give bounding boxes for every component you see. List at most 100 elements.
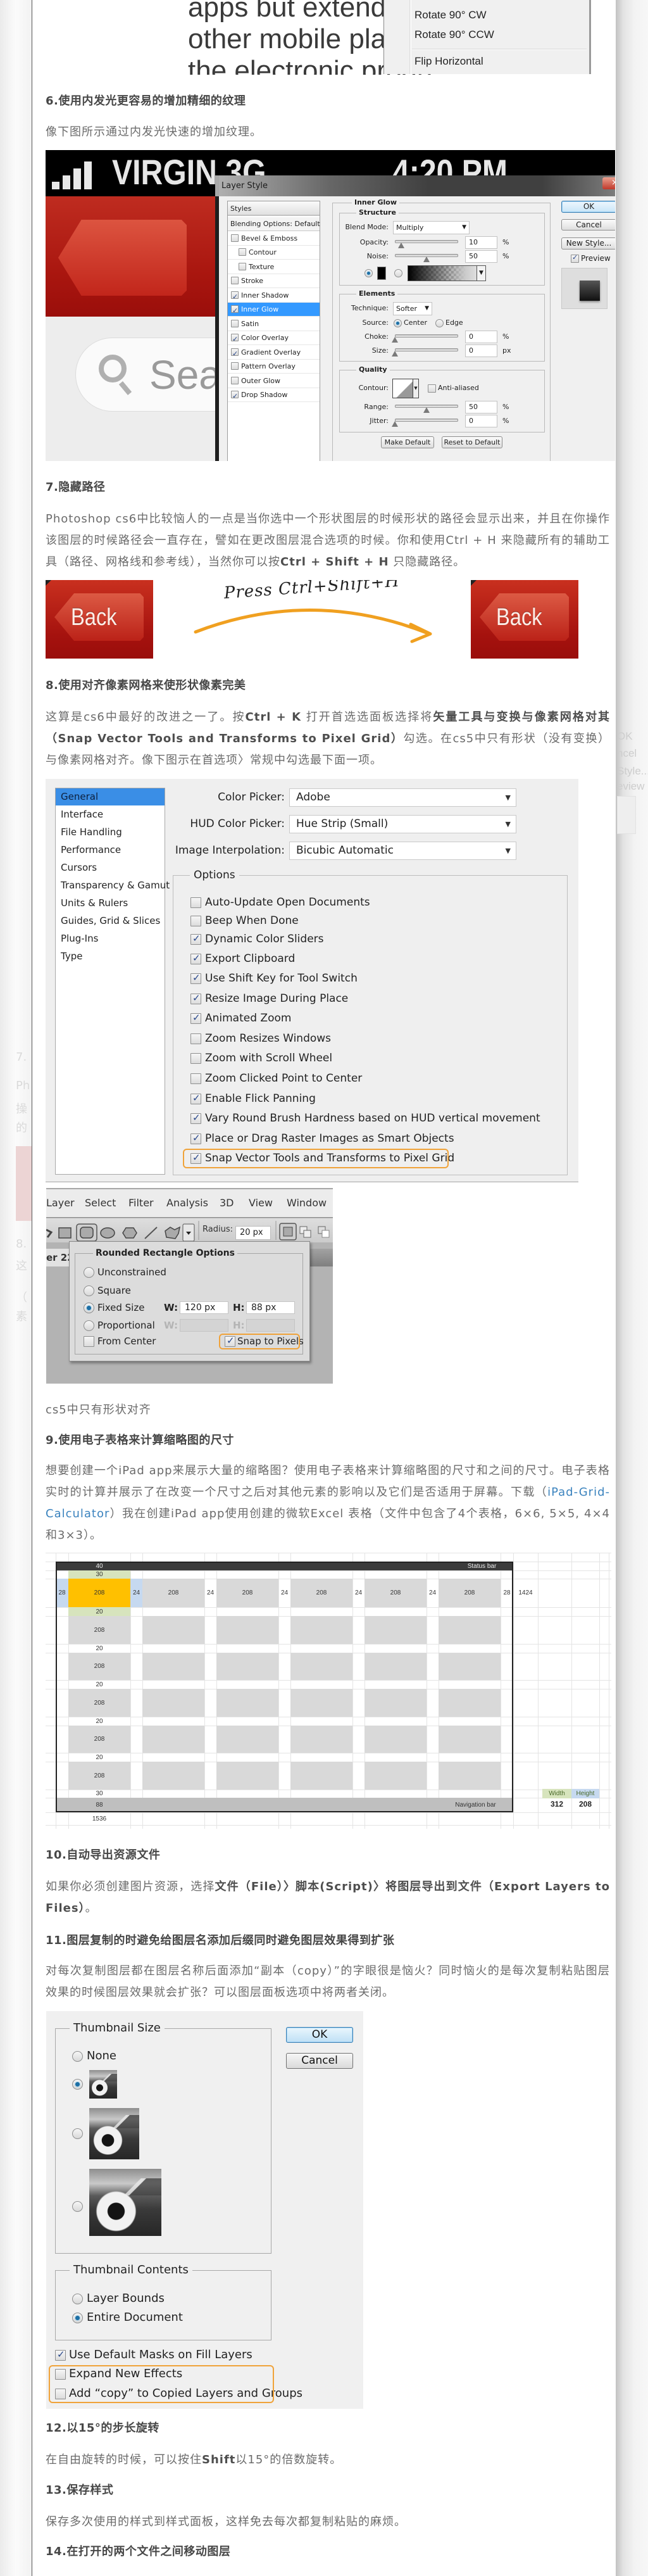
- source-center-radio: [394, 319, 402, 327]
- checkbox: [190, 972, 201, 984]
- field-label: Choke:: [364, 332, 389, 341]
- range-slider: [395, 405, 458, 413]
- entire-document-radio: [72, 2313, 83, 2323]
- field-label: Blend Mode:: [345, 223, 389, 231]
- menu-item-window: Window: [287, 1197, 327, 1209]
- paragraph-text: 在自由旋转的时候，可以按住: [46, 2453, 202, 2466]
- hud-color-picker-select: Hue Strip (Small) ▼: [289, 815, 516, 833]
- section-paragraph: 这算是cs6中最好的改进之一了。按Ctrl + K 打开首选选面板选择将矢量工具…: [46, 707, 610, 771]
- sunflower-thumbnail-large: [89, 2169, 161, 2236]
- menu-item-3d: 3D: [220, 1197, 234, 1209]
- noise-input: 50: [465, 250, 497, 263]
- radio-label: Entire Document: [87, 2311, 183, 2324]
- sidebar-item-file-handling: File Handling: [61, 826, 122, 838]
- section-heading: 11.图层复制的时避免给图层名添加后缀同时避免图层效果得到扩张: [46, 1934, 395, 1947]
- slider-thumb: [392, 337, 398, 343]
- checkbox: [231, 362, 239, 370]
- radio-label: Proportional: [97, 1320, 155, 1331]
- blend-mode-select: Multiply ▼: [393, 221, 470, 234]
- section-heading: 9.使用电子表格来计算缩略图的尺寸: [46, 1434, 234, 1447]
- paragraph-text: 如果你必须创建图片资源，选择: [46, 1880, 215, 1893]
- field-label: HUD Color Picker:: [190, 818, 285, 830]
- device-outline: [56, 1562, 513, 1812]
- chevron-down-icon: ▼: [413, 379, 418, 398]
- checkbox: [190, 1132, 201, 1144]
- proportional-width-input: [180, 1319, 228, 1332]
- style-item-stroke: Stroke: [228, 274, 320, 288]
- section-heading: 10.自动导出资源文件: [46, 1848, 161, 1862]
- ghost-image: [617, 796, 636, 834]
- preferences-sidebar: General Interface File Handling Performa…: [55, 788, 170, 1175]
- image-interpolation-select: Bicubic Automatic ▼: [289, 842, 516, 860]
- radio-label: Square: [97, 1285, 131, 1296]
- ellipse-tool-icon: [100, 1227, 115, 1239]
- thumbnail-none-radio: [72, 2051, 83, 2062]
- subtract-shape-icon: [318, 1226, 330, 1238]
- width-label: W:: [164, 1320, 178, 1331]
- checkbox: [190, 1092, 201, 1104]
- jitter-input: 0: [465, 415, 497, 427]
- slider-thumb: [423, 407, 430, 413]
- ghost-text: 操: [16, 1102, 27, 1116]
- chevron-down-icon: ▼: [505, 820, 511, 828]
- shape-dropdown-icon: [182, 1223, 195, 1242]
- checkbox: [231, 290, 239, 304]
- radio-label: Edge: [446, 319, 463, 327]
- radio-label: Layer Bounds: [87, 2292, 165, 2305]
- fixed-width-input: 120 px: [180, 1301, 228, 1314]
- menu-item-select: Select: [85, 1197, 116, 1209]
- menu-item-analysis: Analysis: [166, 1197, 208, 1209]
- chevron-down-icon: ▼: [425, 305, 429, 312]
- source-edge-radio: [435, 319, 444, 327]
- chevron-down-icon: ▼: [462, 224, 466, 230]
- group-legend: Structure: [356, 208, 399, 217]
- paragraph-text: 打开首选选面板选择将: [301, 710, 433, 724]
- group-legend: Thumbnail Contents: [70, 2263, 192, 2278]
- color-picker-select: Adobe ▼: [289, 788, 516, 807]
- option-label: Zoom Clicked Point to Center: [205, 1072, 363, 1085]
- checkbox: [190, 1053, 201, 1064]
- paragraph-text: ）我在创建iPad app使用创建的微软Excel 表格（文件中包含了4个表格，…: [46, 1507, 610, 1542]
- sidebar-item-transparency-gamut: Transparency & Gamut: [61, 880, 170, 891]
- bold-text: Ctrl + K: [245, 710, 302, 724]
- ghost-text: 这: [16, 1260, 27, 1273]
- section-paragraph: 在自由旋转的时候，可以按住Shift以15°的倍数旋转。: [46, 2449, 610, 2471]
- checkbox: [231, 389, 239, 403]
- ghost-text: eview: [617, 780, 645, 792]
- checkbox: [231, 304, 239, 318]
- paragraph-text: 以15°的倍数旋转。: [235, 2453, 342, 2466]
- group-legend: Elements: [356, 289, 398, 298]
- option-label: Animated Zoom: [205, 1012, 292, 1025]
- blending-options-item: Blending Options: Default: [228, 217, 320, 231]
- new-shape-layer-icon: [279, 1223, 297, 1241]
- add-to-shape-icon: [299, 1226, 311, 1238]
- figure-caption: cs5中只有形状对齐: [46, 1399, 610, 1421]
- new-style-button: New Style...: [561, 237, 615, 249]
- style-item-color-overlay: Color Overlay: [228, 331, 320, 346]
- rounded-rectangle-tool-icon: [76, 1223, 97, 1242]
- figure-rounded-rectangle-options: Layer Select Filter Analysis 3D View Win…: [46, 1188, 333, 1384]
- section-paragraph: 对每次复制图层都在图层名称后面添加“副本（copy）”的字眼很是恼火？同时恼火的…: [46, 1960, 610, 2004]
- bold-text: Ctrl + Shift + H: [280, 555, 389, 569]
- color-swatch: [377, 267, 386, 280]
- chevron-down-icon: ▼: [477, 266, 485, 281]
- cancel-button: Cancel: [286, 2053, 353, 2069]
- option-label: Use Shift Key for Tool Switch: [205, 972, 358, 985]
- option-label: Export Clipboard: [205, 952, 296, 965]
- checkbox: [190, 1012, 201, 1024]
- paragraph-text: 。: [85, 1902, 97, 1915]
- menu-item-flip-horizontal: Flip Horizontal: [414, 55, 483, 67]
- menu-item-layer: Layer: [46, 1197, 75, 1209]
- anti-aliased-checkbox: [428, 384, 436, 393]
- style-item-inner-glow: Inner Glow: [228, 303, 320, 318]
- figure-preferences-general: General Interface File Handling Performa…: [46, 779, 578, 1189]
- slider-thumb: [398, 243, 404, 248]
- style-item-satin: Satin: [228, 317, 320, 331]
- figure-ipad-grid-spreadsheet: 40 Status bar 30 28 208 24 208 24 208 24 208 24 208 2…: [46, 1553, 611, 1829]
- ghost-text: Ph: [16, 1079, 30, 1092]
- highlight-outline: [219, 1334, 300, 1349]
- polygon-tool-icon: [122, 1227, 137, 1239]
- width-label: W:: [164, 1302, 178, 1313]
- make-default-button: Make Default: [381, 436, 434, 448]
- ghost-text: 的: [16, 1121, 27, 1135]
